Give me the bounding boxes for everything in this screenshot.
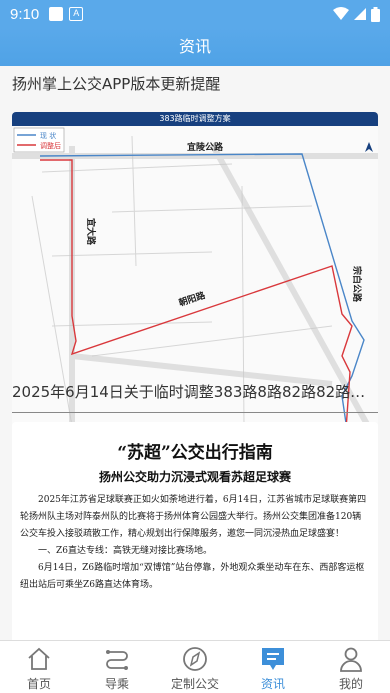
tab-label: 首页 [26,677,51,691]
tab-profile[interactable]: 我的 [312,641,390,693]
notification-a-icon: A [69,7,84,21]
document-subtitle: 扬州公交助力沉浸式观看苏超足球赛 [98,470,291,484]
road-label-yiling: 宜陵公路 [187,141,224,153]
document-title: “苏超”公交出行指南 [117,443,273,463]
divider [12,412,378,413]
map-banner: 383路临时调整方案 [12,112,378,126]
user-icon [340,647,362,672]
news-item-title[interactable]: 2025年6月14日关于临时调整383路8路82路82路区间... [0,380,390,404]
news-item-title[interactable]: 扬州掌上公交APP版本更新提醒 [0,72,390,96]
status-time: 9:10 [10,5,40,23]
page-title: 资讯 [178,37,211,56]
legend-current: 现 状 [40,131,56,140]
tab-label: 资讯 [260,677,285,691]
signal-icon [354,8,366,20]
status-bar: 9:10 A [0,0,390,28]
document-paragraph: 一、Z6直达专线：高铁无缝对接比赛场地。 [38,546,212,556]
tab-home[interactable]: 首页 [0,641,78,693]
legend-adjusted: 调整后 [40,141,61,150]
wifi-icon [333,7,349,20]
app-header: 资讯 [0,28,390,66]
notification-square-icon [49,7,64,21]
news-item-image-document[interactable]: “苏超”公交出行指南 扬州公交助力沉浸式观看苏超足球赛 2025年江苏省足球联赛… [12,422,378,640]
tab-guide[interactable]: 导乘 [78,641,156,693]
bottom-tab-bar: 首页 导乘 定制公交 资讯 我的 [0,640,390,693]
tab-label: 导乘 [104,677,129,691]
tab-label: 定制公交 [170,677,219,691]
compass-icon [183,647,207,671]
battery-icon [371,6,380,22]
home-icon [28,647,50,670]
tab-custom-bus[interactable]: 定制公交 [156,641,234,693]
document-body: 2025年江苏省足球联赛正如火如荼地进行着，6月14日，江苏省城市足球联赛第四轮… [20,492,370,594]
road-label-yida: 宜大路 [85,218,97,246]
document-paragraph: 6月14日，Z6路临时增加“双博馆”站台停靠，外地观众乘坐动车在东、西部客运枢纽… [20,563,365,590]
document-paragraph: 2025年江苏省足球联赛正如火如荼地进行着，6月14日，江苏省城市足球联赛第四轮… [20,495,367,539]
tab-news[interactable]: 资讯 [234,641,312,693]
tab-label: 我的 [338,677,363,691]
news-icon [262,648,284,670]
road-label-zongbai: 宗白公路 [351,266,363,303]
route-icon [106,650,128,670]
news-feed[interactable]: 扬州掌上公交APP版本更新提醒 383路临时调整方案 现 状 调整后 宜陵公路 … [0,66,390,640]
